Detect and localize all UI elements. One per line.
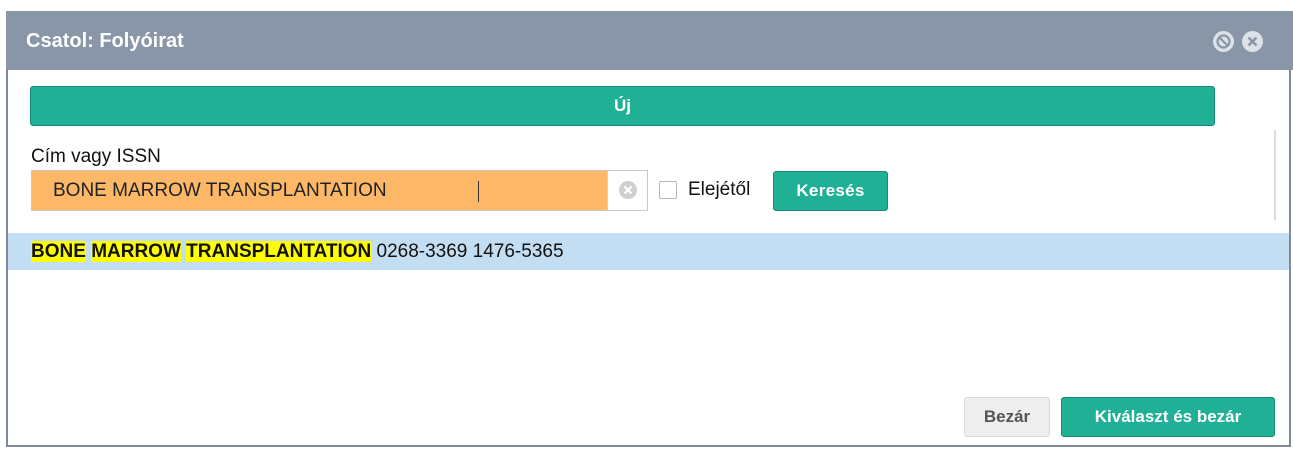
search-label: Cím vagy ISSN [31,146,161,167]
select-and-close-button[interactable]: Kiválaszt és bezár [1061,397,1275,437]
dialog-titlebar[interactable]: Csatol: Folyóirat [6,11,1293,70]
clear-circle-icon [619,181,637,199]
close-button[interactable] [1242,31,1263,52]
result-issn: 0268-3369 1476-5365 [376,241,564,262]
close-circle-icon [1247,36,1258,47]
result-highlight-word: TRANSPLANTATION [186,241,372,262]
close-dialog-button[interactable]: Bezár [964,397,1050,437]
result-highlight-word: BONE [31,241,86,262]
dialog: Csatol: Folyóirat Új Cím vagy ISSN BONE … [6,11,1293,447]
search-field [31,170,648,211]
new-button[interactable]: Új [30,86,1215,126]
scrollbar[interactable] [1274,130,1276,220]
from-start-checkbox[interactable] [659,181,677,199]
no-entry-circle-icon [1216,34,1231,49]
dialog-title: Csatol: Folyóirat [26,30,184,52]
minimize-button[interactable] [1213,31,1234,52]
clear-button[interactable] [607,171,647,210]
result-highlight-word: MARROW [91,241,181,262]
search-button[interactable]: Keresés [773,171,888,211]
text-caret [478,181,479,202]
from-start-label: Elejétől [688,179,751,200]
search-input[interactable] [32,171,607,210]
result-row[interactable]: BONE MARROW TRANSPLANTATION 0268-3369 14… [8,233,1289,270]
